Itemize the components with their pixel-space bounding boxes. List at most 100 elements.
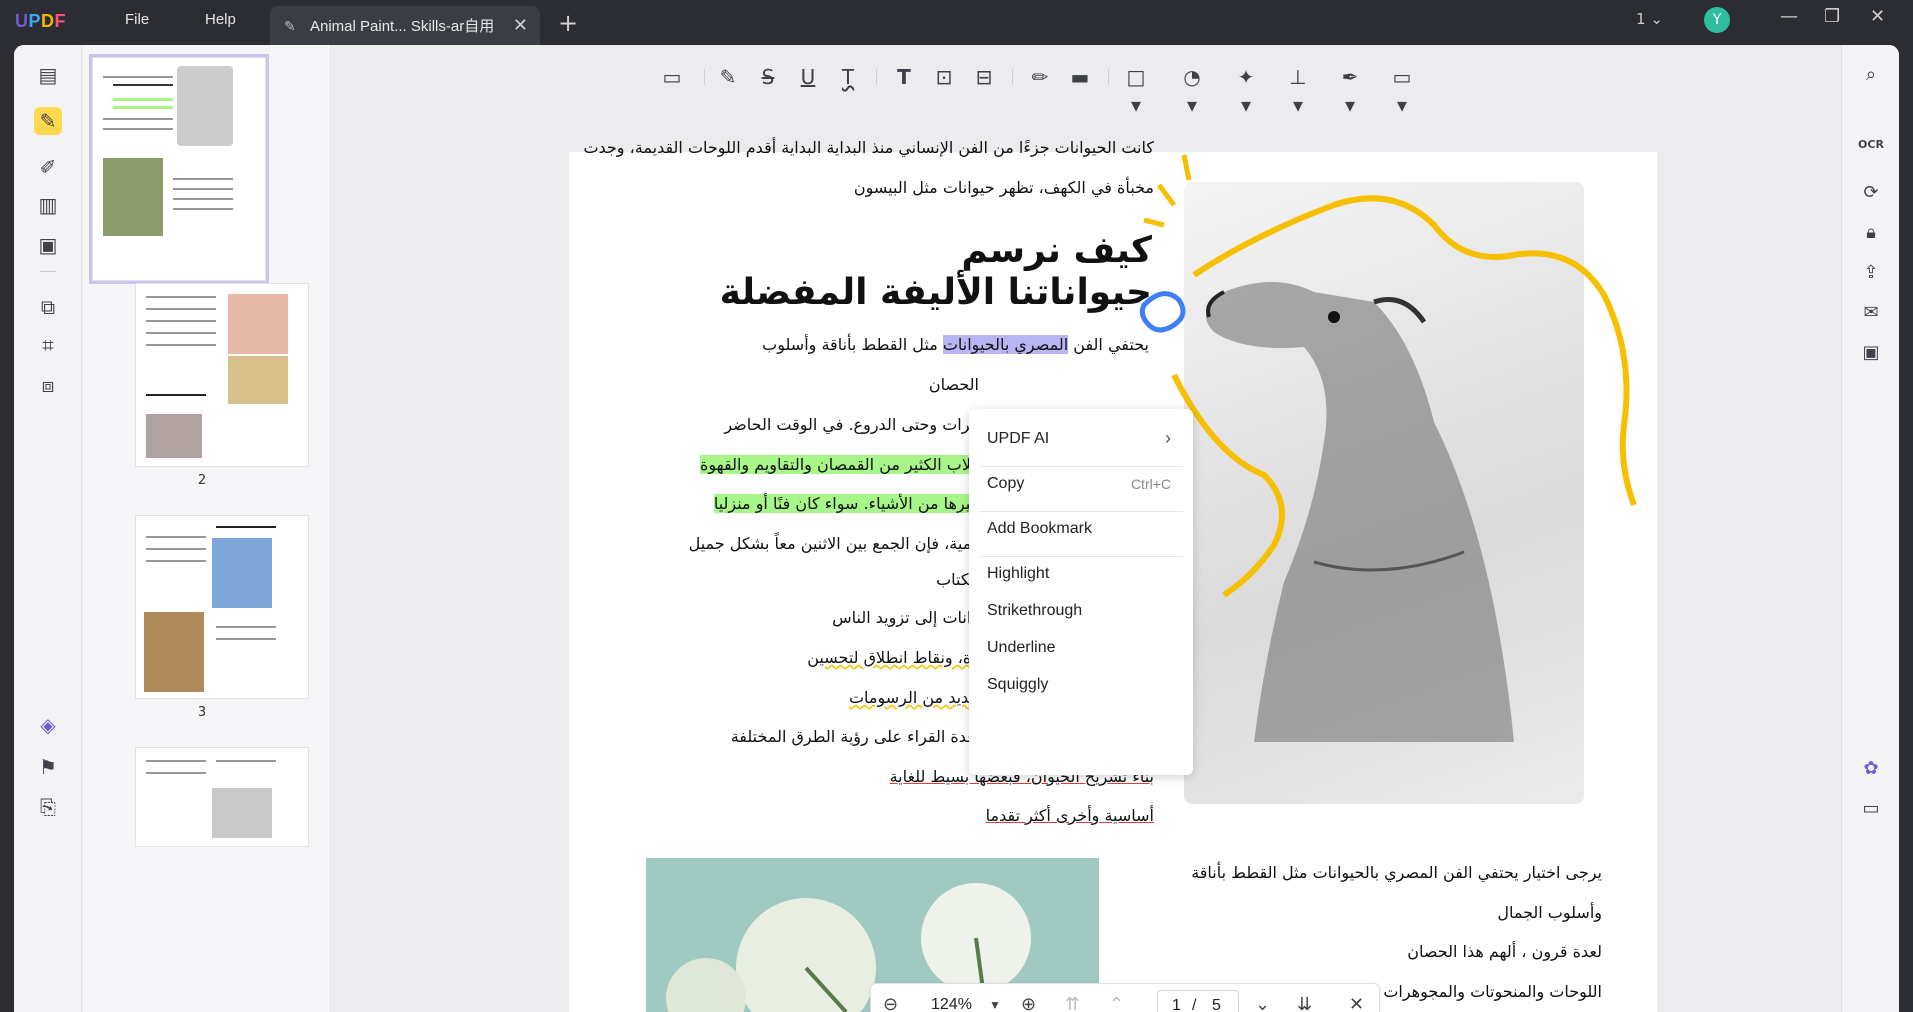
thumbnail-page-4[interactable] bbox=[135, 747, 309, 847]
ocr-icon[interactable]: OCR bbox=[1857, 131, 1885, 159]
close-window-icon[interactable]: ✕ bbox=[1870, 6, 1885, 27]
thumbnail-page-1[interactable] bbox=[89, 54, 269, 284]
document-tab[interactable]: ✎ Animal Paint... Skills-ar自用 ✕ bbox=[270, 6, 540, 45]
sticker-tool-icon[interactable]: ◔ ▾ bbox=[1178, 63, 1206, 117]
thumbnail-page-2[interactable] bbox=[135, 283, 309, 467]
avatar[interactable]: Y bbox=[1704, 7, 1730, 33]
email-icon[interactable]: ✉ bbox=[1857, 299, 1885, 327]
thumb-brushes-image bbox=[228, 356, 288, 404]
comments-icon[interactable]: ▭ bbox=[1857, 795, 1885, 823]
protect-icon[interactable]: 🔒︎ bbox=[1857, 219, 1885, 247]
thumbnail-label-2: 2 bbox=[197, 473, 207, 488]
paragraph-line-4[interactable]: كلاب الكثير من القمصان والتقاويم والقهوة bbox=[699, 455, 979, 474]
paragraph-line-2[interactable]: الحصان bbox=[929, 375, 979, 394]
thumbnail-page-3[interactable] bbox=[135, 515, 309, 699]
close-zoombar-icon[interactable]: ✕ bbox=[1349, 994, 1364, 1012]
right-column-line-2[interactable]: وأسلوب الجمال bbox=[1497, 903, 1602, 922]
text-tool-icon[interactable]: T bbox=[890, 63, 918, 91]
search-icon[interactable]: ⌕ bbox=[1857, 61, 1885, 89]
window-count[interactable]: 1 ⌄ bbox=[1636, 10, 1663, 28]
thumb-watercolor-image bbox=[212, 538, 272, 608]
first-page-icon[interactable]: ⇈ bbox=[1065, 994, 1080, 1012]
eraser-tool-icon[interactable]: ▬ bbox=[1066, 63, 1094, 91]
paragraph-line-8[interactable]: وانات إلى تزويد الناس bbox=[832, 608, 979, 627]
menu-squiggly[interactable]: Squiggly bbox=[987, 676, 1048, 694]
paragraph-line-13[interactable]: أساسية وأخرى أكثر تقدما bbox=[986, 806, 1154, 825]
right-column-line-3[interactable]: لعدة قرون ، ألهم هذا الحصان bbox=[1407, 942, 1602, 961]
paragraph-line-9[interactable]: رة، ونقاط انطلاق لتحسين bbox=[807, 648, 979, 667]
zoom-level[interactable]: 124% bbox=[931, 996, 972, 1012]
menu-strikethrough[interactable]: Strikethrough bbox=[987, 602, 1082, 620]
attachment-icon[interactable]: ⎘ bbox=[34, 793, 62, 821]
paragraph-line-1[interactable]: يحتفي الفن المصري بالحيوانات مثل القطط ب… bbox=[762, 335, 1149, 354]
new-tab-icon[interactable]: + bbox=[558, 9, 578, 37]
strikethrough-tool-icon[interactable]: S bbox=[754, 63, 782, 91]
menu-highlight[interactable]: Highlight bbox=[987, 565, 1049, 583]
pin-tool-icon[interactable]: ✦ ▾ bbox=[1232, 63, 1260, 117]
updf-ai-icon[interactable]: ✿ bbox=[1857, 755, 1885, 783]
menu-help[interactable]: Help bbox=[205, 11, 236, 28]
zoom-out-icon[interactable]: ⊖ bbox=[883, 994, 898, 1012]
organize-pages-icon[interactable]: ▥ bbox=[34, 191, 62, 219]
heading-line-2[interactable]: حيواناتنا الأليفة المفضلة bbox=[720, 272, 1152, 313]
current-page[interactable]: 1 bbox=[1172, 997, 1181, 1012]
convert-icon[interactable]: ⧉ bbox=[34, 293, 62, 321]
shape-tool-icon[interactable]: □ ▾ bbox=[1122, 63, 1150, 117]
paragraph-line-6[interactable]: ومية، فإن الجمع بين الاثنين معاً بشكل جم… bbox=[689, 534, 979, 553]
page-tools-icon[interactable]: ⧈ bbox=[34, 371, 62, 399]
paragraph-line-3[interactable]: هرات وحتى الدروع. في الوقت الحاضر bbox=[724, 415, 979, 434]
right-toolbar: ⌕ OCR ⟳ 🔒︎ ⇪ ✉ ▣ ✿ ▭ bbox=[1841, 45, 1899, 1012]
heading-line-1[interactable]: كيف نرسم bbox=[961, 230, 1152, 271]
zoom-dropdown-icon[interactable]: ▼ bbox=[989, 998, 1001, 1012]
paragraph-line-10[interactable]: عديد من الرسومات bbox=[849, 688, 979, 707]
comment-icon[interactable]: ✎ bbox=[34, 107, 62, 135]
layers-icon[interactable]: ◈ bbox=[34, 711, 62, 739]
edit-pdf-icon[interactable]: ✐ bbox=[34, 153, 62, 181]
next-page-icon[interactable]: ⌄ bbox=[1255, 994, 1270, 1012]
thumb-dog-image bbox=[177, 66, 233, 146]
form-icon[interactable]: ▣ bbox=[34, 231, 62, 259]
thumb-photo bbox=[103, 158, 163, 236]
convert-file-icon[interactable]: ⟳ bbox=[1857, 179, 1885, 207]
save-icon[interactable]: ▣ bbox=[1857, 339, 1885, 367]
menu-file[interactable]: File bbox=[125, 11, 149, 28]
paragraph-line-5[interactable]: غيرها من الأشياء. سواء كان فنًا أو منزلي… bbox=[713, 494, 979, 513]
signature-tool-icon[interactable]: ✒ ▾ bbox=[1336, 63, 1364, 117]
page-separator: / bbox=[1192, 997, 1197, 1012]
highlight-tool-icon[interactable]: ✎ bbox=[714, 63, 742, 91]
intro-line-2[interactable]: مخبأة في الكهف، تظهر حيوانات مثل البيسون bbox=[854, 178, 1154, 197]
previous-page-icon[interactable]: ⌃ bbox=[1109, 994, 1124, 1012]
thumb-corgi-image bbox=[212, 788, 272, 838]
pencil-tool-icon[interactable]: ✏ bbox=[1026, 63, 1054, 91]
crop-icon[interactable]: ⌗ bbox=[34, 331, 62, 359]
restore-icon[interactable]: ❐ bbox=[1824, 6, 1840, 27]
thumbnail-label-3: 3 bbox=[197, 705, 207, 720]
note-icon[interactable]: ▭ bbox=[658, 63, 686, 91]
menu-copy[interactable]: Copy bbox=[987, 475, 1024, 493]
page-number-box[interactable]: 1 / 5 bbox=[1157, 990, 1239, 1012]
stamp-tool-icon[interactable]: ⊥ ▾ bbox=[1284, 63, 1312, 117]
menu-underline[interactable]: Underline bbox=[987, 639, 1055, 657]
right-column-line-1[interactable]: يرجى اختيار يحتفي الفن المصري بالحيوانات… bbox=[1191, 863, 1602, 882]
share-icon[interactable]: ⇪ bbox=[1857, 259, 1885, 287]
decorative-strokes bbox=[1139, 154, 1637, 598]
tab-title: Animal Paint... Skills-ar自用 bbox=[310, 18, 495, 35]
zoom-in-icon[interactable]: ⊕ bbox=[1021, 994, 1036, 1012]
zoom-navigation-bar: ⊖ 124% ▼ ⊕ ⇈ ⌃ 1 / 5 ⌄ ⇊ ✕ bbox=[870, 983, 1380, 1012]
menu-add-bookmark[interactable]: Add Bookmark bbox=[987, 520, 1092, 538]
textbox-tool-icon[interactable]: ⊡ bbox=[930, 63, 958, 91]
underline-tool-icon[interactable]: U bbox=[794, 63, 822, 91]
last-page-icon[interactable]: ⇊ bbox=[1297, 994, 1312, 1012]
close-tab-icon[interactable]: ✕ bbox=[513, 15, 528, 36]
measure-tool-icon[interactable]: ▭ ▾ bbox=[1388, 63, 1416, 117]
minimize-icon[interactable]: — bbox=[1780, 6, 1798, 27]
main-frame: ▤ ✎ ✐ ▥ ▣ ⧉ ⌗ ⧈ ◈ ⚑ ⎘ 1 bbox=[14, 45, 1899, 1012]
copy-shortcut: Ctrl+C bbox=[1130, 476, 1171, 492]
squiggly-tool-icon[interactable]: T bbox=[834, 63, 862, 91]
intro-line-1[interactable]: كانت الحيوانات جزءًا من الفن الإنساني من… bbox=[583, 138, 1154, 157]
divider bbox=[40, 271, 56, 272]
reader-icon[interactable]: ▤ bbox=[34, 61, 62, 89]
bookmark-icon[interactable]: ⚑ bbox=[34, 753, 62, 781]
menu-updf-ai[interactable]: UPDF AI bbox=[987, 430, 1049, 448]
text-callout-icon[interactable]: ⊟ bbox=[970, 63, 998, 91]
